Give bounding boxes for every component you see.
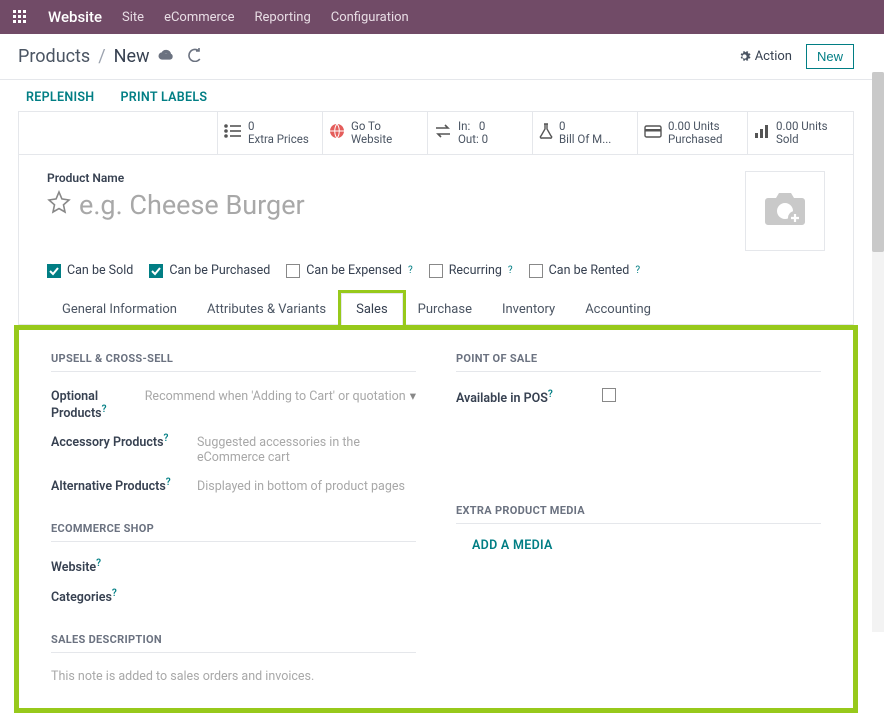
tab-inventory[interactable]: Inventory [487,293,570,325]
website-label: Website? [51,558,181,575]
globe-icon [329,123,345,143]
can-be-rented-checkbox[interactable]: Can be Rented? [529,263,640,278]
form-sheet: 0Extra Prices Go ToWebsite In: 0 Out: 0 [18,111,854,709]
sales-description-header: SALES DESCRIPTION [51,633,416,653]
stat-extra-prices[interactable]: 0Extra Prices [218,112,323,154]
ecommerce-section-header: ECOMMERCE SHOP [51,522,416,542]
available-in-pos-checkbox[interactable] [602,388,616,402]
stat-buttons: 0Extra Prices Go ToWebsite In: 0 Out: 0 [19,112,853,155]
stat-bom[interactable]: 0Bill Of M... [533,112,638,154]
available-in-pos-label: Available in POS? [456,389,586,406]
form-tabs: General Information Attributes & Variant… [19,292,853,325]
stat-go-to-website[interactable]: Go ToWebsite [323,112,428,154]
accessory-products-label: Accessory Products? [51,433,181,450]
can-be-sold-checkbox[interactable]: Can be Sold [47,263,133,278]
help-icon[interactable]: ? [112,588,117,599]
app-name[interactable]: Website [48,8,102,26]
stat-in-out[interactable]: In: 0 Out: 0 [428,112,533,154]
tab-purchase[interactable]: Purchase [403,293,487,325]
apps-icon[interactable] [12,9,28,25]
stat-sold[interactable]: 0.00 UnitsSold [748,112,853,154]
help-icon[interactable]: ? [635,265,640,276]
flask-icon [539,123,553,143]
help-icon[interactable]: ? [102,404,107,415]
help-icon[interactable]: ? [164,433,169,444]
can-be-purchased-checkbox[interactable]: Can be Purchased [149,263,270,278]
product-name-label: Product Name [47,171,725,185]
product-image-upload[interactable] [745,171,825,251]
menu-site[interactable]: Site [122,10,144,25]
tab-attributes-variants[interactable]: Attributes & Variants [192,293,341,325]
sales-tab-content: UPSELL & CROSS-SELL Optional Products? R… [14,325,858,712]
transfer-icon [434,124,452,142]
action-label: Action [755,49,792,64]
print-labels-button[interactable]: PRINT LABELS [120,90,207,105]
discard-icon[interactable] [188,48,202,66]
breadcrumb-products[interactable]: Products [18,46,90,67]
vertical-scrollbar[interactable] [872,72,884,632]
stat-purchased[interactable]: 0.00 UnitsPurchased [638,112,748,154]
help-icon[interactable]: ? [508,265,513,276]
tab-general-information[interactable]: General Information [47,293,192,325]
control-panel: Products / New Action New [0,34,872,80]
extra-media-header: EXTRA PRODUCT MEDIA [456,504,821,524]
help-icon[interactable]: ? [408,265,413,276]
help-icon[interactable]: ? [166,477,171,488]
breadcrumb: Products / New [18,46,202,67]
gear-icon [738,50,751,63]
breadcrumb-current: New [114,46,150,67]
menu-configuration[interactable]: Configuration [331,10,409,25]
cloud-save-icon[interactable] [158,49,174,65]
topbar: Website Site eCommerce Reporting Configu… [0,0,884,34]
sales-description-input[interactable]: This note is added to sales orders and i… [51,663,416,684]
list-icon [224,124,242,142]
caret-down-icon: ▾ [410,388,416,404]
optional-products-label: Optional Products? [51,389,129,421]
menu-reporting[interactable]: Reporting [255,10,311,25]
add-media-button[interactable]: ADD A MEDIA [456,534,821,557]
tab-accounting[interactable]: Accounting [570,293,666,325]
product-name-input[interactable] [79,189,725,221]
bars-icon [754,124,770,142]
action-buttons-row: REPLENISH PRINT LABELS [0,80,872,111]
card-icon [644,125,662,142]
pos-section-header: POINT OF SALE [456,352,821,372]
camera-icon [762,190,808,232]
upsell-section-header: UPSELL & CROSS-SELL [51,352,416,372]
favorite-star-icon[interactable] [47,190,71,221]
can-be-expensed-checkbox[interactable]: Can be Expensed? [286,263,412,278]
tab-sales[interactable]: Sales [341,293,403,325]
product-options: Can be Sold Can be Purchased Can be Expe… [19,259,853,292]
replenish-button[interactable]: REPLENISH [26,90,94,105]
alternative-products-input[interactable]: Displayed in bottom of product pages [197,479,416,494]
optional-products-input[interactable]: Recommend when 'Adding to Cart' or quota… [145,388,416,404]
action-dropdown[interactable]: Action [738,49,792,64]
help-icon[interactable]: ? [96,558,101,569]
accessory-products-input[interactable]: Suggested accessories in the eCommerce c… [197,435,416,465]
new-button[interactable]: New [806,44,854,69]
breadcrumb-separator: / [98,46,105,67]
menu-ecommerce[interactable]: eCommerce [164,10,234,25]
categories-label: Categories? [51,588,181,605]
recurring-checkbox[interactable]: Recurring? [429,263,513,278]
alternative-products-label: Alternative Products? [51,477,181,494]
help-icon[interactable]: ? [548,389,553,400]
